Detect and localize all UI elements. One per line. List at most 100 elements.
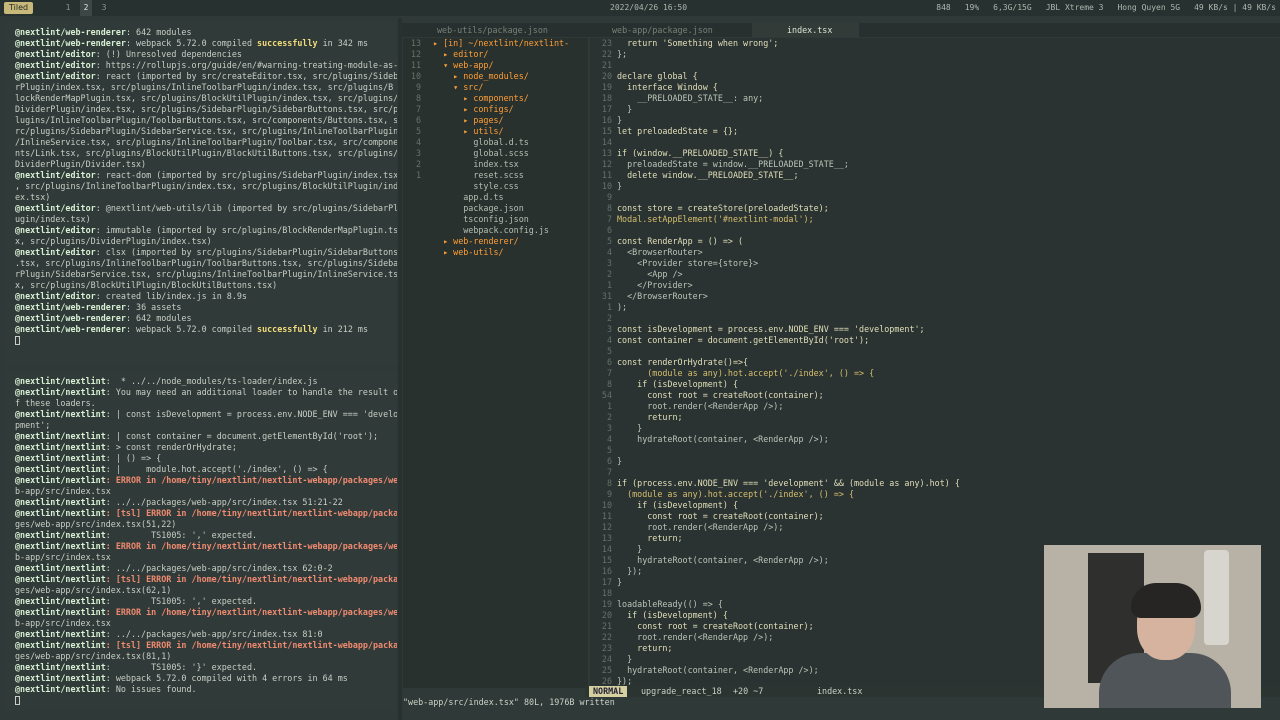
code-line[interactable]: </Provider>	[617, 280, 692, 290]
tree-item[interactable]: ▸ editor/	[433, 49, 488, 60]
terminal-line: f these loaders.	[15, 398, 387, 409]
code-line[interactable]: });	[617, 676, 632, 686]
code-line[interactable]: root.render(<RenderApp />);	[617, 401, 783, 411]
workspace-3[interactable]: 3	[98, 0, 110, 16]
code-line[interactable]: return;	[617, 533, 682, 543]
tree-item[interactable]: ▸ utils/	[433, 126, 503, 137]
tree-item[interactable]: ▸ configs/	[433, 104, 513, 115]
code-line[interactable]: preloadedState = window.__PRELOADED_STAT…	[617, 159, 849, 169]
pane-divider[interactable]	[398, 18, 402, 720]
code-line[interactable]: <BrowserRouter>	[617, 247, 703, 257]
terminal-text: lugins/InlineToolbarPlugin/ToolbarButton…	[15, 115, 397, 125]
code-line[interactable]: return;	[617, 412, 682, 422]
status-bluetooth: JBL Xtreme 3	[1045, 3, 1104, 12]
code-line[interactable]: const RenderApp = () => (	[617, 236, 743, 246]
code-line[interactable]: };	[617, 49, 627, 59]
code-line[interactable]: if (isDevelopment) {	[617, 379, 738, 389]
line-number: 9	[606, 192, 612, 202]
terminal-text: : TS1005: ',' expected.	[105, 530, 258, 540]
code-line[interactable]: if (process.env.NODE_ENV === 'developmen…	[617, 478, 960, 488]
code-line[interactable]: }	[617, 456, 622, 466]
tree-item[interactable]: ▸ [in] ~/nextlint/nextlint-	[433, 38, 569, 49]
code-line[interactable]: }	[617, 577, 622, 587]
code-line[interactable]: root.render(<RenderApp />);	[617, 522, 783, 532]
code-line[interactable]: <App />	[617, 269, 682, 279]
code-line[interactable]: }	[617, 423, 642, 433]
tree-item[interactable]: app.d.ts	[433, 192, 503, 203]
code-line[interactable]: </BrowserRouter>	[617, 291, 708, 301]
tree-item[interactable]: ▸ node_modules/	[433, 71, 529, 82]
code-line[interactable]: const renderOrHydrate()=>{	[617, 357, 748, 367]
tree-item[interactable]: package.json	[433, 203, 524, 214]
code-line[interactable]: root.render(<RenderApp />);	[617, 632, 773, 642]
terminal-line: ges/web-app/src/index.tsx(51,22)	[15, 519, 387, 530]
code-line[interactable]: }	[617, 115, 622, 125]
code-line[interactable]: return 'Something when wrong';	[617, 38, 778, 48]
tree-item[interactable]: global.scss	[433, 148, 528, 159]
tree-item[interactable]: ▾ web-app/	[433, 60, 493, 71]
line-number: 5	[606, 346, 612, 356]
tree-item[interactable]: reset.scss	[433, 170, 523, 181]
code-line[interactable]: const store = createStore(preloadedState…	[617, 203, 829, 213]
terminal-bottom[interactable]: @nextlint/nextlint: * ../../node_modules…	[5, 371, 397, 710]
code-line[interactable]: });	[617, 566, 642, 576]
code-line[interactable]: if (isDevelopment) {	[617, 610, 728, 620]
code-line[interactable]: }	[617, 181, 622, 191]
code-line[interactable]: }	[617, 654, 632, 664]
code-line[interactable]: <Provider store={store}>	[617, 258, 758, 268]
terminal-line: @nextlint/editor: created lib/index.js i…	[15, 291, 387, 302]
tree-item[interactable]: ▸ components/	[433, 93, 529, 104]
command-message: "web-app/src/index.tsx" 80L, 1976B writt…	[403, 697, 615, 707]
code-line[interactable]: const isDevelopment = process.env.NODE_E…	[617, 324, 925, 334]
code-line[interactable]: }	[617, 544, 642, 554]
tree-item[interactable]: ▸ pages/	[433, 115, 503, 126]
code-line[interactable]: declare global {	[617, 71, 698, 81]
code-line[interactable]: const container = document.getElementByI…	[617, 335, 869, 345]
terminal-text: : (!) Unresolved dependencies	[95, 49, 242, 59]
terminal-top[interactable]: @nextlint/web-renderer: 642 modules @next…	[5, 22, 397, 365]
terminal-line: @nextlint/editor: https://rollupjs.org/g…	[15, 60, 397, 71]
code-line[interactable]: let preloadedState = {};	[617, 126, 738, 136]
line-number: 1	[606, 280, 612, 290]
tree-item[interactable]: tsconfig.json	[433, 214, 529, 225]
tree-item[interactable]: index.tsx	[433, 159, 518, 170]
code-line[interactable]: const root = createRoot(container);	[617, 511, 823, 521]
tree-item[interactable]: ▸ web-renderer/	[433, 236, 519, 247]
code-line[interactable]: Modal.setAppElement('#nextlint-modal');	[617, 214, 814, 224]
tree-item[interactable]: global.d.ts	[433, 137, 528, 148]
code-line[interactable]: loadableReady(() => {	[617, 599, 723, 609]
tab-index-tsx[interactable]: index.tsx	[752, 23, 859, 37]
code-line[interactable]: hydrateRoot(container, <RenderApp />);	[617, 665, 819, 675]
tree-item[interactable]: style.css	[433, 181, 518, 192]
line-number: 2	[606, 269, 612, 279]
code-line[interactable]: if (isDevelopment) {	[617, 500, 738, 510]
code-line[interactable]: hydrateRoot(container, <RenderApp />);	[617, 434, 829, 444]
line-number: 20	[601, 610, 612, 620]
code-line[interactable]: interface Window {	[617, 82, 718, 92]
line-number: 22	[601, 632, 612, 642]
file-tree[interactable]: 13 ▸ [in] ~/nextlint/nextlint- 12 ▸ editor…	[403, 38, 588, 688]
tree-item[interactable]: webpack.config.js	[433, 225, 549, 236]
status-network: 49 KB/s | 49 KB/s	[1194, 3, 1276, 12]
tree-item[interactable]: ▾ src/	[433, 82, 483, 93]
terminal-text: : > const renderOrHydrate;	[105, 442, 237, 452]
tree-item[interactable]: ▸ web-utils/	[433, 247, 504, 258]
terminal-text: nts/Link.tsx, src/plugins/BlockUtilPlugi…	[15, 148, 397, 158]
workspace-2[interactable]: 2	[80, 0, 92, 16]
workspace-1[interactable]: 1	[62, 0, 74, 16]
code-line[interactable]: return;	[617, 643, 672, 653]
code-line[interactable]: }	[617, 104, 632, 114]
code-line[interactable]: );	[617, 302, 627, 312]
code-line[interactable]: delete window.__PRELOADED_STATE__;	[617, 170, 798, 180]
code-line[interactable]: const root = createRoot(container);	[617, 390, 823, 400]
code-line[interactable]: (module as any).hot.accept('./index', ()…	[617, 368, 874, 378]
code-line[interactable]: __PRELOADED_STATE__: any;	[617, 93, 763, 103]
person-hair	[1131, 583, 1201, 618]
tab-web-utils-package[interactable]: web-utils/package.json	[402, 23, 577, 37]
tab-web-app-package[interactable]: web-app/package.json	[577, 23, 752, 37]
code-line[interactable]: (module as any).hot.accept('./index', ()…	[617, 489, 854, 499]
code-line[interactable]: if (window.__PRELOADED_STATE__) {	[617, 148, 783, 158]
code-line[interactable]: const root = createRoot(container);	[617, 621, 814, 631]
layout-mode[interactable]: Tiled	[4, 2, 34, 14]
code-line[interactable]: hydrateRoot(container, <RenderApp />);	[617, 555, 829, 565]
